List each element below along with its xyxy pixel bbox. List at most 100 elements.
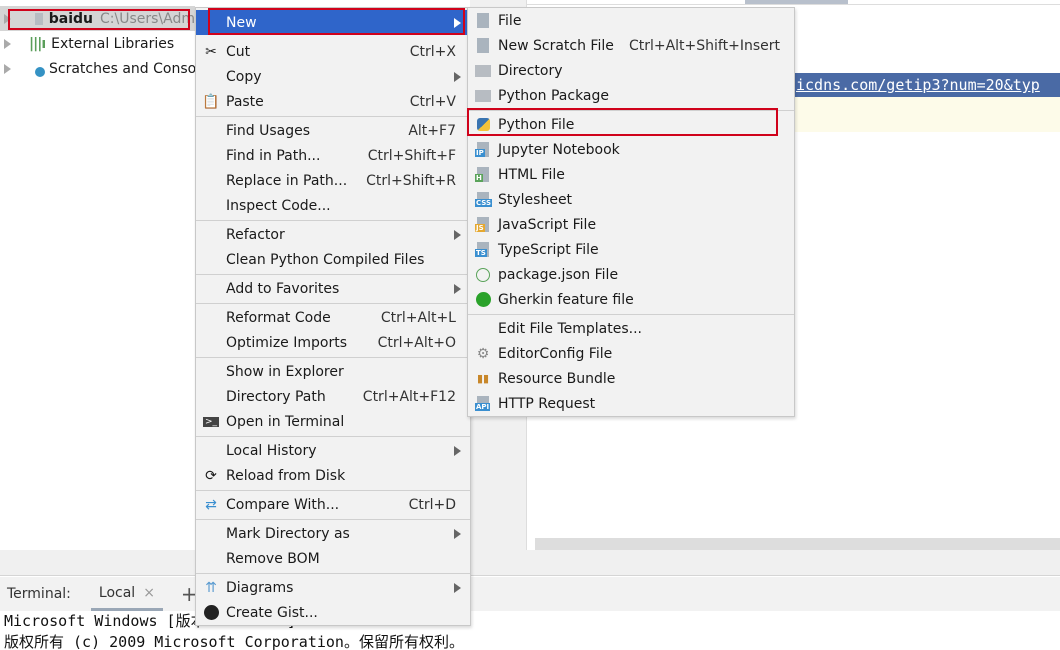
submenu-item-typescript[interactable]: TS TypeScript File	[468, 237, 794, 262]
menu-item-new[interactable]: New	[196, 10, 470, 35]
submenu-item-javascript[interactable]: JS JavaScript File	[468, 212, 794, 237]
expand-arrow-icon[interactable]	[4, 38, 11, 49]
menu-item-shortcut: Ctrl+Shift+R	[366, 172, 456, 189]
menu-item-create-gist[interactable]: Create Gist...	[196, 600, 470, 625]
menu-item-remove-bom[interactable]: Remove BOM	[196, 546, 470, 571]
tree-item-baidu[interactable]: baidu C:\Users\Adm	[0, 6, 195, 31]
menu-item-shortcut: Ctrl+V	[409, 93, 456, 110]
clipboard-icon: 📋	[202, 93, 220, 110]
menu-item-label: package.json File	[498, 266, 619, 283]
menu-item-label: Cut	[226, 43, 251, 60]
submenu-item-scratch-file[interactable]: New Scratch File Ctrl+Alt+Shift+Insert	[468, 33, 794, 58]
terminal-label: Terminal:	[7, 586, 71, 602]
terminal-toolbar: Terminal: Local × +	[0, 577, 1060, 611]
menu-item-icon-slot: CSS	[468, 192, 498, 207]
menu-item-replace-in-path[interactable]: Replace in Path... Ctrl+Shift+R	[196, 168, 470, 193]
submenu-item-http-request[interactable]: API HTTP Request	[468, 391, 794, 416]
menu-item-label: Replace in Path...	[226, 172, 348, 189]
menu-item-paste[interactable]: 📋 Paste Ctrl+V	[196, 89, 470, 114]
submenu-item-editorconfig[interactable]: ⚙ EditorConfig File	[468, 341, 794, 366]
expand-arrow-icon[interactable]	[4, 13, 11, 24]
submenu-item-resource-bundle[interactable]: ▮▮ Resource Bundle	[468, 366, 794, 391]
menu-item-find-in-path[interactable]: Find in Path... Ctrl+Shift+F	[196, 143, 470, 168]
menu-item-label: Stylesheet	[498, 191, 573, 208]
menu-item-optimize-imports[interactable]: Optimize Imports Ctrl+Alt+O	[196, 330, 470, 355]
submenu-item-package-json[interactable]: package.json File	[468, 262, 794, 287]
menu-separator	[196, 274, 470, 275]
menu-separator	[196, 357, 470, 358]
close-icon[interactable]: ×	[143, 585, 155, 601]
current-line-highlight	[794, 97, 1060, 132]
menu-separator	[468, 314, 794, 315]
menu-item-shortcut: Alt+F7	[408, 122, 456, 139]
menu-item-compare-with[interactable]: ⇄ Compare With... Ctrl+D	[196, 492, 470, 517]
menu-item-reformat-code[interactable]: Reformat Code Ctrl+Alt+L	[196, 305, 470, 330]
menu-item-icon-slot	[468, 89, 498, 102]
menu-item-icon-slot: API	[468, 396, 498, 411]
menu-item-label: Diagrams	[226, 579, 294, 596]
menu-separator	[196, 573, 470, 574]
submenu-arrow-icon	[454, 17, 461, 28]
menu-item-label: Find in Path...	[226, 147, 321, 164]
menu-item-add-to-favorites[interactable]: Add to Favorites	[196, 276, 470, 301]
github-icon	[196, 605, 226, 620]
nodejs-icon	[468, 267, 498, 282]
submenu-item-directory[interactable]: Directory	[468, 58, 794, 83]
menu-item-label: Paste	[226, 93, 264, 110]
selected-code-line[interactable]: icdns.com/getip3?num=20&typ	[794, 73, 1060, 97]
submenu-arrow-icon	[454, 71, 461, 82]
submenu-item-gherkin[interactable]: Gherkin feature file	[468, 287, 794, 312]
project-path: C:\Users\Adm	[100, 10, 195, 27]
menu-item-clean-compiled[interactable]: Clean Python Compiled Files	[196, 247, 470, 272]
submenu-arrow-icon	[454, 528, 461, 539]
menu-item-inspect-code[interactable]: Inspect Code...	[196, 193, 470, 218]
expand-arrow-icon[interactable]	[4, 63, 11, 74]
menu-item-label: TypeScript File	[498, 241, 599, 258]
menu-item-refactor[interactable]: Refactor	[196, 222, 470, 247]
submenu-item-python-package[interactable]: Python Package	[468, 83, 794, 108]
menu-item-cut[interactable]: ✂ Cut Ctrl+X	[196, 39, 470, 64]
css-icon: CSS	[475, 192, 493, 207]
tree-item-external-libraries[interactable]: |||ı External Libraries	[0, 31, 174, 56]
menu-item-reload-from-disk[interactable]: ⟳ Reload from Disk	[196, 463, 470, 488]
menu-item-directory-path[interactable]: Directory Path Ctrl+Alt+F12	[196, 384, 470, 409]
reload-icon: ⟳	[205, 467, 217, 484]
terminal-line: 版权所有 (c) 2009 Microsoft Corporation。保留所有…	[4, 633, 464, 650]
menu-item-label: Directory Path	[226, 388, 326, 405]
menu-item-mark-directory[interactable]: Mark Directory as	[196, 521, 470, 546]
menu-item-icon-slot: TS	[468, 242, 498, 257]
submenu-item-jupyter[interactable]: IP Jupyter Notebook	[468, 137, 794, 162]
tab-label: Local	[98, 584, 136, 601]
horizontal-scrollbar[interactable]	[535, 538, 1060, 550]
scissors-icon: ✂	[205, 43, 217, 60]
menu-item-local-history[interactable]: Local History	[196, 438, 470, 463]
menu-item-copy[interactable]: Copy	[196, 64, 470, 89]
submenu-item-stylesheet[interactable]: CSS Stylesheet	[468, 187, 794, 212]
diagram-icon: ⇈	[205, 579, 217, 596]
context-menu: New ✂ Cut Ctrl+X Copy 📋 Paste Ctrl+V Find Us…	[195, 7, 471, 626]
menu-item-label: EditorConfig File	[498, 345, 613, 362]
menu-item-shortcut: Ctrl+Alt+Shift+Insert	[628, 37, 780, 54]
terminal-tab-local[interactable]: Local ×	[90, 577, 163, 611]
menu-item-show-in-explorer[interactable]: Show in Explorer	[196, 359, 470, 384]
menu-item-label: HTTP Request	[498, 395, 596, 412]
menu-item-find-usages[interactable]: Find Usages Alt+F7	[196, 118, 470, 143]
menu-item-label: Gherkin feature file	[498, 291, 634, 308]
menu-item-label: HTML File	[498, 166, 565, 183]
api-icon: API	[475, 396, 491, 411]
menu-item-open-in-terminal[interactable]: >_ Open in Terminal	[196, 409, 470, 434]
submenu-item-file[interactable]: File	[468, 8, 794, 33]
terminal-output[interactable]: Microsoft Windows [版本 6.1.7601] 版权所有 (c)…	[0, 611, 1060, 650]
submenu-item-edit-templates[interactable]: Edit File Templates...	[468, 316, 794, 341]
menu-item-shortcut: Ctrl+D	[408, 496, 456, 513]
tree-item-scratches[interactable]: Scratches and Consol	[0, 56, 200, 81]
submenu-item-python-file[interactable]: Python File	[468, 112, 794, 137]
submenu-item-html[interactable]: H HTML File	[468, 162, 794, 187]
new-submenu: File New Scratch File Ctrl+Alt+Shift+Inse…	[467, 7, 795, 417]
menu-item-label: New Scratch File	[498, 37, 614, 54]
menu-item-diagrams[interactable]: ⇈ Diagrams	[196, 575, 470, 600]
menu-item-shortcut: Ctrl+Alt+F12	[362, 388, 456, 405]
menu-item-label: Compare With...	[226, 496, 340, 513]
folder-icon	[475, 64, 491, 77]
bundle-icon: ▮▮	[476, 372, 490, 385]
